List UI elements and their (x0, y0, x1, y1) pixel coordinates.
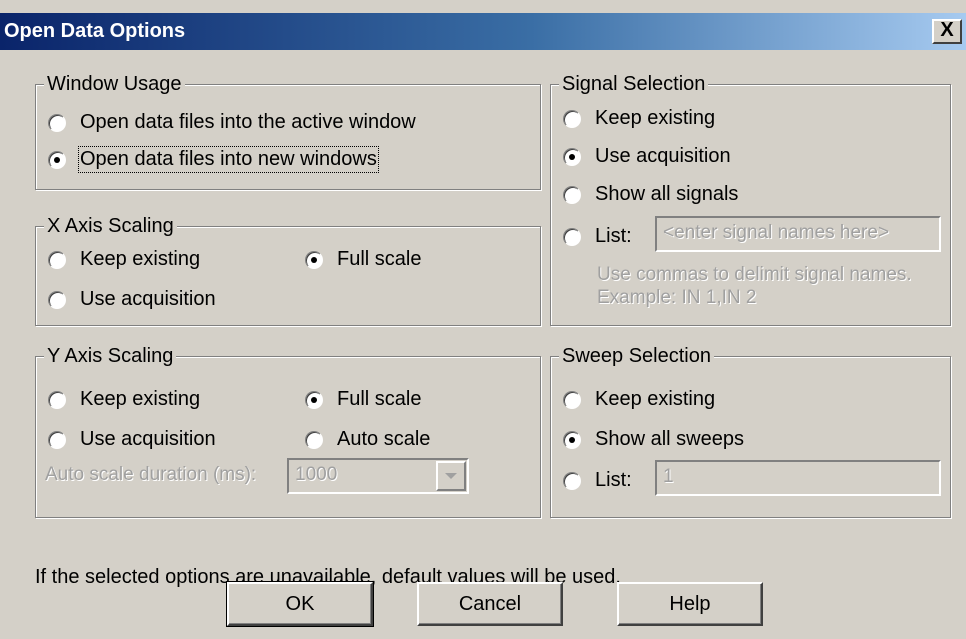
radio-signal-show-all[interactable]: Show all signals (563, 183, 738, 206)
radio-x-keep-existing[interactable]: Keep existing (48, 248, 200, 271)
radio-label: Use acquisition (80, 288, 216, 310)
radio-button[interactable] (48, 250, 66, 269)
signal-selection-legend: Signal Selection (559, 71, 709, 97)
radio-label: Keep existing (595, 107, 716, 129)
radio-button[interactable] (563, 430, 581, 449)
window-usage-legend: Window Usage (44, 71, 185, 97)
ok-button[interactable]: OK (226, 581, 374, 627)
sweep-selection-legend: Sweep Selection (559, 343, 714, 369)
help-button-label: Help (669, 592, 711, 615)
close-button[interactable]: X (932, 19, 962, 44)
radio-label: Auto scale (337, 428, 431, 450)
sweep-selection-group: Sweep Selection Keep existing Show all s… (550, 343, 951, 518)
auto-scale-duration-label: Auto scale duration (ms): (45, 464, 257, 485)
y-axis-scaling-group: Y Axis Scaling Keep existing Full scale … (35, 343, 541, 518)
chevron-down-icon (445, 473, 457, 479)
radio-signal-keep-existing[interactable]: Keep existing (563, 107, 715, 130)
radio-x-full-scale[interactable]: Full scale (305, 248, 421, 271)
radio-label: Show all sweeps (595, 428, 744, 450)
radio-button[interactable] (305, 390, 323, 409)
auto-scale-duration-value: 1000 (295, 464, 338, 485)
radio-label: Keep existing (80, 388, 201, 410)
radio-button[interactable] (563, 390, 581, 409)
radio-button[interactable] (563, 185, 581, 204)
radio-button[interactable] (563, 109, 581, 128)
radio-label: Use acquisition (595, 145, 731, 167)
sweep-list-input[interactable]: 1 (655, 460, 941, 496)
radio-signal-list[interactable]: List: (563, 225, 632, 248)
radio-button[interactable] (563, 147, 581, 166)
radio-button[interactable] (563, 227, 581, 246)
radio-label: Show all signals (595, 183, 739, 205)
sweep-list-value: 1 (663, 466, 674, 487)
close-icon: X (940, 19, 954, 41)
ok-button-label: OK (285, 592, 315, 615)
radio-x-use-acquisition[interactable]: Use acquisition (48, 288, 216, 311)
dialog-title: Open Data Options (4, 20, 186, 42)
radio-label: List: (595, 225, 632, 247)
x-axis-scaling-group: X Axis Scaling Keep existing Full scale … (35, 213, 541, 326)
radio-label: List: (595, 469, 632, 491)
radio-open-new-windows[interactable]: Open data files into new windows (48, 146, 379, 173)
radio-open-active-window[interactable]: Open data files into the active window (48, 111, 416, 134)
signal-list-placeholder: <enter signal names here> (663, 222, 890, 243)
radio-label: Full scale (337, 248, 422, 270)
radio-label: Use acquisition (80, 428, 216, 450)
radio-y-full-scale[interactable]: Full scale (305, 388, 421, 411)
radio-button[interactable] (48, 290, 66, 309)
help-button[interactable]: Help (617, 582, 763, 626)
radio-label: Keep existing (80, 248, 201, 270)
open-data-options-dialog: Open Data Options X Window Usage Open da… (0, 0, 966, 639)
radio-sweep-keep-existing[interactable]: Keep existing (563, 388, 715, 411)
signal-hint-line2: Example: IN 1,IN 2 (597, 287, 757, 308)
title-bar: Open Data Options X (0, 13, 966, 50)
y-axis-legend: Y Axis Scaling (44, 343, 177, 369)
radio-label: Open data files into new windows (78, 146, 379, 173)
combo-dropdown-button[interactable] (436, 461, 466, 491)
radio-button[interactable] (48, 430, 66, 449)
radio-label: Open data files into the active window (80, 111, 416, 133)
radio-button[interactable] (305, 430, 323, 449)
signal-selection-group: Signal Selection Keep existing Use acqui… (550, 71, 951, 326)
radio-button[interactable] (48, 150, 66, 169)
radio-button[interactable] (305, 250, 323, 269)
radio-sweep-list[interactable]: List: (563, 469, 632, 492)
signal-hint-line1: Use commas to delimit signal names. (597, 264, 912, 285)
radio-signal-use-acquisition[interactable]: Use acquisition (563, 145, 731, 168)
radio-button[interactable] (563, 471, 581, 490)
radio-y-keep-existing[interactable]: Keep existing (48, 388, 200, 411)
radio-button[interactable] (48, 113, 66, 132)
window-usage-group: Window Usage Open data files into the ac… (35, 71, 541, 190)
cancel-button[interactable]: Cancel (417, 582, 563, 626)
radio-y-auto-scale[interactable]: Auto scale (305, 428, 430, 451)
radio-label: Full scale (337, 388, 422, 410)
radio-button[interactable] (48, 390, 66, 409)
cancel-button-label: Cancel (458, 592, 522, 615)
auto-scale-duration-combo[interactable]: 1000 (287, 458, 469, 494)
radio-sweep-show-all[interactable]: Show all sweeps (563, 428, 744, 451)
radio-y-use-acquisition[interactable]: Use acquisition (48, 428, 216, 451)
x-axis-legend: X Axis Scaling (44, 213, 177, 239)
signal-list-input[interactable]: <enter signal names here> (655, 216, 941, 252)
radio-label: Keep existing (595, 388, 716, 410)
